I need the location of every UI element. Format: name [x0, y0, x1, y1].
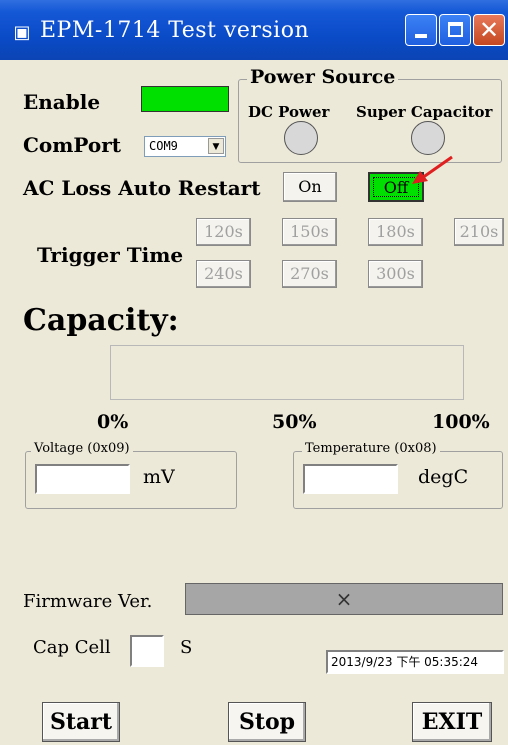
trigger-300s-button[interactable]: 300s	[368, 260, 423, 288]
firmware-version-box: ×	[185, 583, 503, 615]
close-icon: ✕	[478, 16, 500, 44]
super-capacitor-label: Super Capacitor	[356, 103, 493, 121]
voltage-input[interactable]	[35, 464, 130, 494]
power-source-title: Power Source	[247, 66, 399, 88]
trigger-210s-button[interactable]: 210s	[454, 218, 504, 246]
temperature-input[interactable]	[303, 464, 398, 494]
dc-power-indicator	[284, 121, 318, 155]
start-button[interactable]: Start	[42, 702, 120, 742]
temperature-group-title: Temperature (0x08)	[302, 441, 440, 456]
stop-button[interactable]: Stop	[228, 702, 306, 742]
exit-button[interactable]: EXIT	[412, 702, 492, 742]
firmware-label: Firmware Ver.	[23, 591, 153, 612]
datetime-field: 2013/9/23 下午 05:35:24	[326, 650, 504, 674]
voltage-group-title: Voltage (0x09)	[31, 441, 133, 456]
window-title: EPM-1714 Test version	[40, 18, 310, 43]
close-button[interactable]: ✕	[473, 14, 505, 46]
capacity-label: Capacity:	[23, 303, 179, 338]
maximize-icon	[448, 22, 463, 37]
maximize-button[interactable]	[439, 14, 471, 46]
ac-loss-on-button[interactable]: On	[283, 172, 337, 202]
trigger-150s-button[interactable]: 150s	[282, 218, 337, 246]
app-icon: ▣	[13, 22, 31, 43]
capacity-scale-100: 100%	[432, 411, 490, 433]
trigger-120s-button[interactable]: 120s	[196, 218, 251, 246]
enable-indicator	[141, 86, 229, 112]
trigger-270s-button[interactable]: 270s	[282, 260, 337, 288]
temperature-unit: degC	[418, 466, 469, 488]
minimize-button[interactable]	[405, 14, 437, 46]
capacity-scale-0: 0%	[97, 411, 129, 433]
comport-value: COM9	[149, 139, 178, 153]
comport-select[interactable]: COM9 ▼	[144, 136, 226, 157]
chevron-down-icon[interactable]: ▼	[208, 138, 224, 154]
dc-power-label: DC Power	[248, 103, 330, 121]
comport-label: ComPort	[23, 133, 122, 157]
trigger-240s-button[interactable]: 240s	[196, 260, 251, 288]
super-capacitor-indicator	[411, 121, 445, 155]
trigger-180s-button[interactable]: 180s	[368, 218, 423, 246]
voltage-unit: mV	[143, 466, 175, 488]
power-source-group	[238, 79, 502, 163]
cap-cell-unit: S	[180, 637, 193, 658]
cap-cell-input[interactable]	[130, 635, 164, 667]
cap-cell-label: Cap Cell	[33, 637, 111, 658]
minimize-icon	[415, 34, 427, 38]
capacity-scale-50: 50%	[272, 411, 317, 433]
trigger-time-label: Trigger Time	[37, 243, 184, 267]
ac-loss-label: AC Loss Auto Restart	[23, 176, 261, 200]
title-bar[interactable]: ▣ EPM-1714 Test version ✕	[0, 0, 508, 60]
capacity-progress-bar	[110, 345, 464, 400]
enable-label: Enable	[23, 90, 101, 114]
annotation-arrow-icon	[412, 155, 453, 184]
